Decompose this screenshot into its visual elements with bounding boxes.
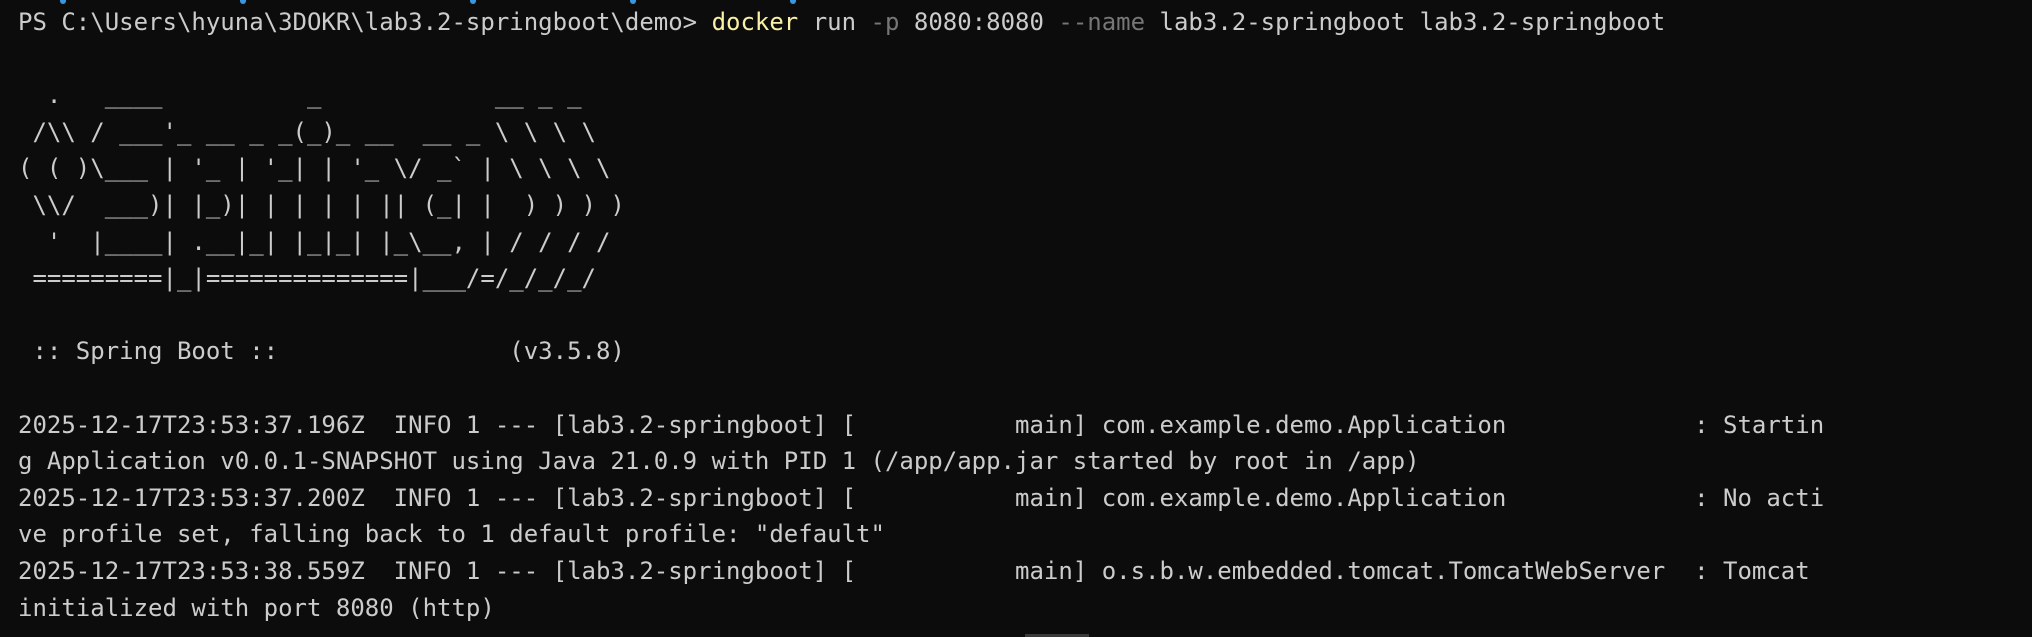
terminal-window[interactable]: PS C:\Users\hyuna\3DOKR\lab3.2-springboo…: [0, 0, 2032, 637]
banner-line: ( ( )\___ | '_ | '_| | '_ \/ _` | \ \ \ …: [18, 154, 611, 183]
terminal-output[interactable]: PS C:\Users\hyuna\3DOKR\lab3.2-springboo…: [18, 4, 2032, 626]
banner-line: ' |____| .__|_| |_|_| |_\__, | / / / /: [18, 227, 611, 256]
log-line: 2025-12-17T23:53:37.196Z INFO 1 --- [lab…: [18, 410, 1825, 439]
spring-boot-version: :: Spring Boot :: (v3.5.8): [18, 337, 625, 366]
command-flag-p: -p: [870, 8, 900, 36]
log-line: 2025-12-17T23:53:38.559Z INFO 1 --- [lab…: [18, 556, 1810, 585]
command-port: 8080:8080: [899, 8, 1059, 36]
command-rest: lab3.2-springboot lab3.2-springboot: [1145, 8, 1666, 36]
log-line: ve profile set, falling back to 1 defaul…: [18, 520, 885, 549]
banner-line: /\\ / ___'_ __ _ _(_)_ __ __ _ \ \ \ \: [18, 117, 596, 146]
banner-line: . ____ _ __ _ _: [18, 81, 582, 110]
command-sub: run: [798, 8, 871, 36]
command-line: PS C:\Users\hyuna\3DOKR\lab3.2-springboo…: [18, 4, 2032, 41]
log-line: initialized with port 8080 (http): [18, 593, 495, 622]
prompt: PS C:\Users\hyuna\3DOKR\lab3.2-springboo…: [18, 8, 712, 36]
log-line: g Application v0.0.1-SNAPSHOT using Java…: [18, 447, 1420, 476]
banner-line: =========|_|==============|___/=/_/_/_/: [18, 264, 596, 293]
command-exe: docker: [711, 8, 799, 36]
command-flag-name: --name: [1058, 8, 1146, 36]
log-line: 2025-12-17T23:53:37.200Z INFO 1 --- [lab…: [18, 483, 1825, 512]
banner-line: \\/ ___)| |_)| | | | | || (_| | ) ) ) ): [18, 190, 625, 219]
